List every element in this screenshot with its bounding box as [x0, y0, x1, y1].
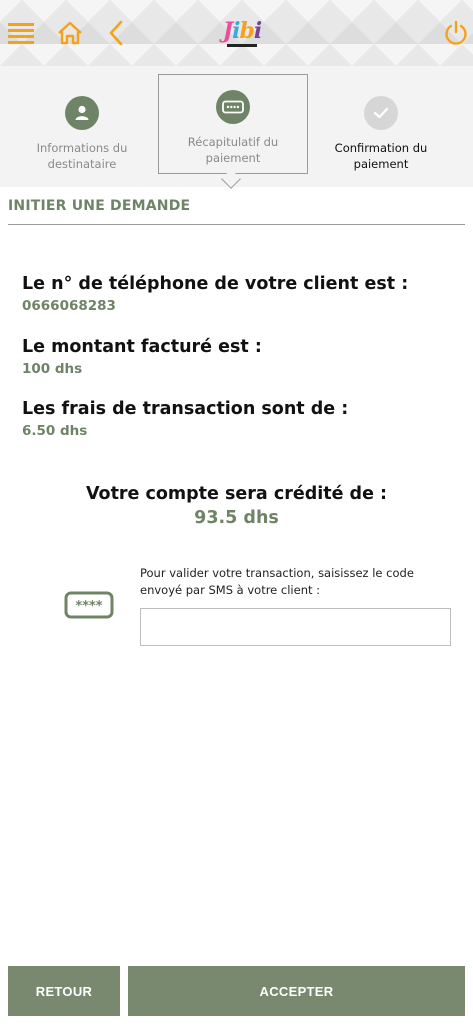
power-icon[interactable]: [441, 18, 471, 48]
section-divider: [8, 224, 465, 225]
step-label: Confirmation du paiement: [334, 141, 428, 171]
back-button[interactable]: RETOUR: [8, 966, 120, 1016]
fees-label: Les frais de transaction sont de :: [22, 399, 349, 419]
phone-info: Le n° de téléphone de votre client est :…: [22, 274, 408, 314]
credit-label: Votre compte sera crédité de :: [85, 484, 388, 504]
fees-value: 6.50 dhs: [22, 423, 88, 439]
step-label: Informations du destinataire: [36, 141, 128, 171]
accept-button[interactable]: ACCEPTER: [128, 966, 465, 1016]
phone-value: 0666068283: [22, 298, 116, 314]
step-payment-confirmation: Confirmation du paiement: [306, 66, 456, 187]
section-title: INITIER UNE DEMANDE: [8, 198, 191, 214]
phone-label: Le n° de téléphone de votre client est :: [22, 274, 409, 294]
fees-info: Les frais de transaction sont de : 6.50 …: [22, 399, 348, 439]
jibi-logo: Jibi: [222, 14, 262, 52]
amount-info: Le montant facturé est : 100 dhs: [22, 337, 262, 377]
password-icon: [216, 90, 250, 124]
progress-stepper: Informations du destinataire Récapitulat…: [0, 66, 473, 189]
step-payment-summary: Récapitulatif du paiement: [158, 74, 308, 174]
credit-value: 93.5 dhs: [194, 508, 279, 528]
step-recipient-info: Informations du destinataire: [7, 66, 157, 187]
check-icon: [364, 96, 398, 130]
credit-summary: Votre compte sera crédité de : 93.5 dhs: [0, 484, 473, 528]
svg-text:****: ****: [75, 599, 102, 614]
step-label: Récapitulatif du paiement: [187, 135, 279, 165]
amount-label: Le montant facturé est :: [22, 337, 262, 357]
amount-value: 100 dhs: [22, 361, 83, 377]
sms-code-icon: ****: [64, 591, 114, 619]
user-icon: [65, 96, 99, 130]
logo-text: Jibi: [222, 17, 263, 44]
menu-icon[interactable]: [6, 18, 36, 48]
sms-code-instruction: Pour valider votre transaction, saisisse…: [140, 566, 414, 597]
back-icon[interactable]: [101, 18, 131, 48]
home-icon[interactable]: [55, 18, 85, 48]
top-bar: Jibi: [0, 0, 473, 66]
sms-code-input[interactable]: [140, 608, 451, 646]
logo-bar: [227, 43, 257, 47]
